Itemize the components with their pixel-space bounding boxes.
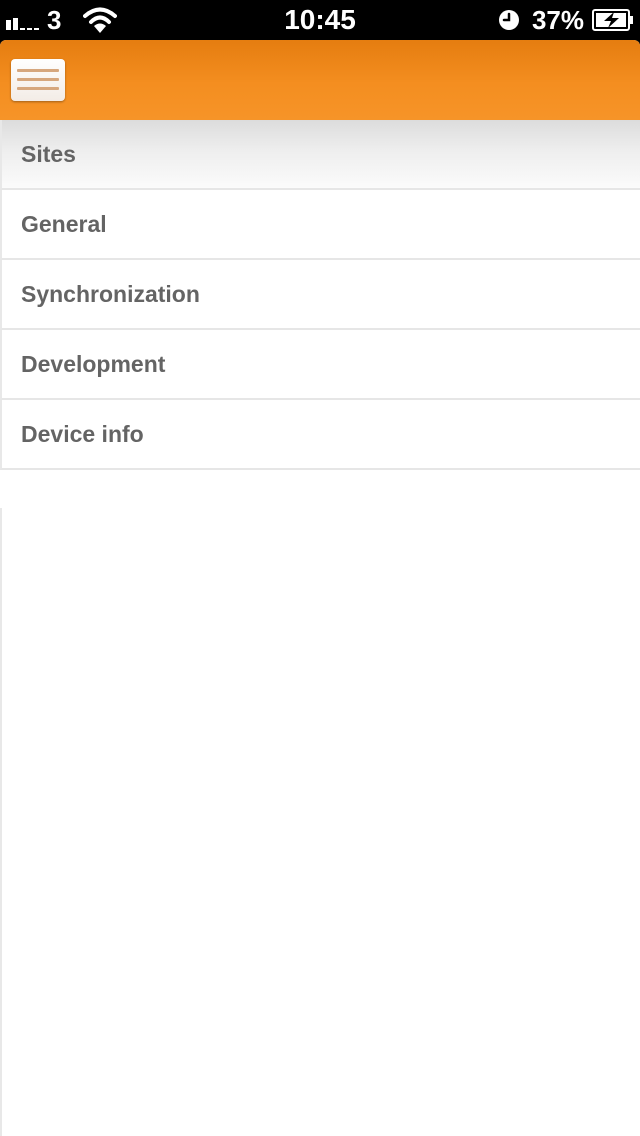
menu-item-label: General <box>21 211 107 237</box>
hamburger-menu-button[interactable] <box>11 59 65 101</box>
alarm-clock-icon <box>498 10 519 30</box>
battery-charging-icon <box>592 9 633 31</box>
menu-item-label: Synchronization <box>21 281 200 307</box>
menu-item-label: Device info <box>21 421 144 447</box>
menu-item-device-info[interactable]: Device info <box>0 400 640 470</box>
battery-percentage: 37% <box>531 5 584 35</box>
phone-screen: 3 10:45 37% Sites General Synchronizatio… <box>0 0 640 1136</box>
menu-item-label: Development <box>21 351 166 377</box>
menu-item-development[interactable]: Development <box>0 330 640 400</box>
panel-left-border <box>0 508 2 1136</box>
hamburger-menu-icon <box>17 69 59 72</box>
menu-item-synchronization[interactable]: Synchronization <box>0 260 640 330</box>
menu-item-label: Sites <box>21 141 76 167</box>
menu-item-sites[interactable]: Sites <box>0 120 640 190</box>
menu-item-general[interactable]: General <box>0 190 640 260</box>
app-header <box>0 40 640 120</box>
app-content: Sites General Synchronization Developmen… <box>0 40 640 1136</box>
status-bar: 3 10:45 37% <box>0 0 640 40</box>
settings-menu-list: Sites General Synchronization Developmen… <box>0 120 640 470</box>
status-bar-right: 37% <box>498 6 634 34</box>
